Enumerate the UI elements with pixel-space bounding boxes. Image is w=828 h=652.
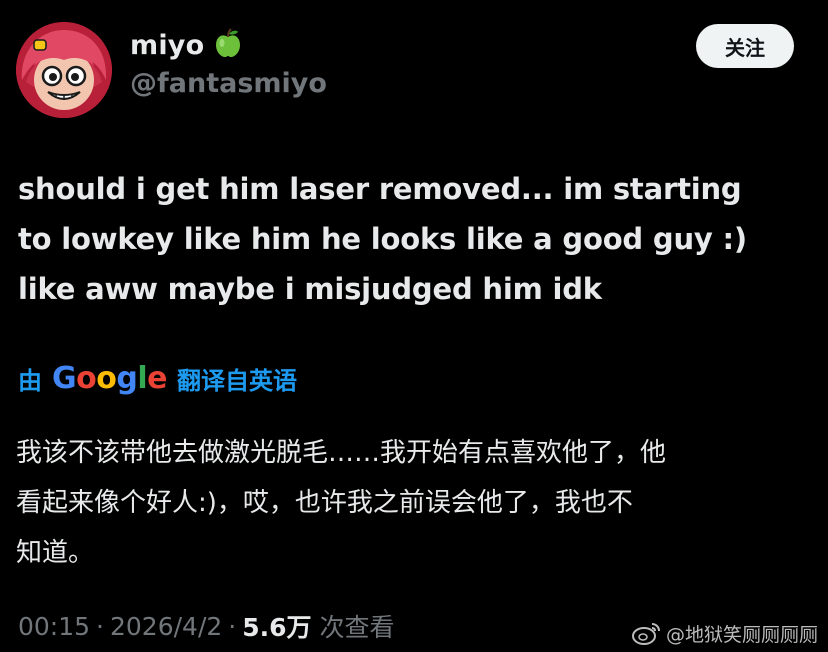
tweet-time[interactable]: 00:15 [18,612,90,641]
display-name-row: miyo [130,28,327,62]
name-block: miyo @fantasmiyo [130,28,327,99]
translated-text-line: 知道。 [16,538,95,568]
user-handle[interactable]: @fantasmiyo [130,68,327,99]
tweet-meta: 00:15 · 2026/4/2 · 5.6万 次查看 [18,606,395,646]
weibo-logo-icon [631,623,660,645]
follow-button[interactable]: 关注 [696,24,794,68]
translated-text-line: 看起来像个好人:)，哎，也许我之前误会他了，我也不 [16,488,633,518]
translated-text-line: 我该不该带他去做激光脱毛……我开始有点喜欢他了，他 [16,438,667,468]
google-logo: Google [52,360,168,396]
watermark: @地狱笑厕厕厕厕 [631,618,818,648]
translated-text: 我该不该带他去做激光脱毛……我开始有点喜欢他了，他 看起来像个好人:)，哎，也许… [16,428,812,578]
translated-by-row[interactable]: 由 Google 翻译自英语 [18,358,297,398]
tweet-date[interactable]: 2026/4/2 [110,612,222,641]
display-name[interactable]: miyo [130,30,204,61]
tweet-text-line: should i get him laser removed... im sta… [18,172,742,206]
tweet-text: should i get him laser removed... im sta… [18,164,808,314]
meta-separator: · [228,611,237,641]
avatar[interactable] [16,22,112,118]
views-count: 5.6万 [242,613,312,642]
translated-from-label: 翻译自英语 [177,366,298,395]
views-label: 次查看 [319,613,395,642]
tweet-text-line: like aww maybe i misjudged him idk [18,272,602,306]
avatar-illustration [16,22,112,118]
tweet-header: miyo @fantasmiyo 关注 [16,22,812,118]
green-apple-icon [214,28,242,58]
translated-by-prefix: 由 [18,366,42,395]
tweet-text-line: to lowkey like him he looks like a good … [18,222,747,256]
watermark-text: @地狱笑厕厕厕厕 [665,623,818,646]
meta-separator: · [96,611,104,641]
